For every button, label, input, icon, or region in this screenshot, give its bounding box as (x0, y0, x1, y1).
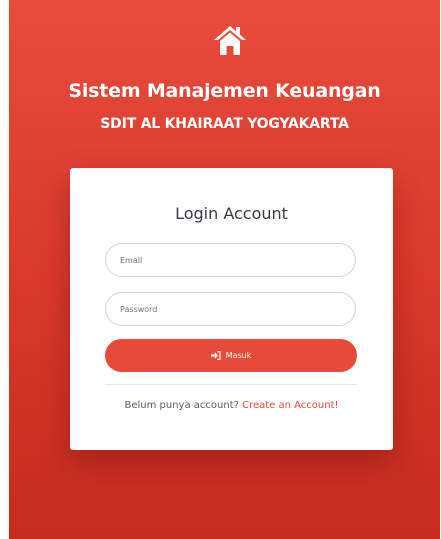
home-icon (214, 26, 246, 55)
password-input[interactable] (105, 292, 356, 326)
sign-in-icon (210, 351, 221, 360)
create-account-link[interactable]: Create an Account! (242, 400, 338, 411)
divider (105, 384, 357, 385)
app-title: Sistem Manajemen Keuangan (68, 80, 381, 102)
register-prompt: Belum punya account? (124, 400, 239, 411)
login-title: Login Account (175, 204, 288, 223)
email-input[interactable] (105, 243, 356, 277)
login-button-label: Masuk (225, 351, 252, 360)
school-name: SDIT AL KHAIRAAT YOGYAKARTA (100, 116, 349, 132)
register-prompt-line: Belum punya account? Create an Account! (70, 400, 393, 411)
login-button[interactable]: Masuk (105, 339, 357, 372)
login-card: Login Account Masuk Belum punya account?… (70, 168, 393, 450)
